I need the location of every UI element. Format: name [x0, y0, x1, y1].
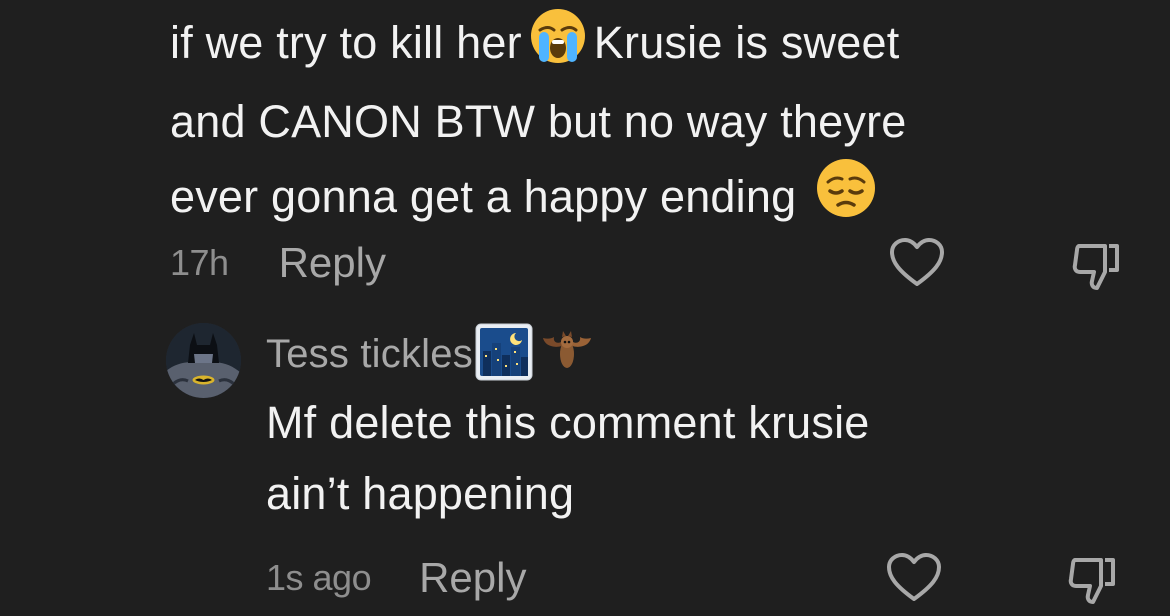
comment-2-line-2: ain’t happening: [266, 468, 575, 519]
comment-1-timestamp: 17h: [170, 242, 229, 283]
comment-2-meta: 1s ago Reply: [266, 553, 526, 603]
loudly-crying-face-icon: [530, 8, 586, 85]
pensive-face-icon: [816, 158, 876, 239]
comment-2-username[interactable]: Tess tickles: [266, 332, 473, 377]
comment-1-like-heart-icon[interactable]: [889, 237, 945, 294]
comment-1-line-3: ever gonna get a happy ending: [170, 158, 906, 239]
comment-2-author: Tess tickles: [266, 323, 595, 385]
comment-1-meta: 17h Reply: [170, 238, 386, 288]
comment-1-dislike-thumbs-down-icon[interactable]: [1069, 238, 1125, 299]
comment-1-body: if we try to kill her Krusie is sweet an…: [170, 6, 906, 239]
comment-2-line-1: Mf delete this comment krusie: [266, 397, 870, 448]
comment-2-timestamp: 1s ago: [266, 557, 372, 598]
comment-2-reply-button[interactable]: Reply: [419, 554, 526, 602]
comment-1-reply-button[interactable]: Reply: [279, 239, 386, 287]
comment-1-line-2: and CANON BTW but no way theyre: [170, 96, 907, 147]
comment-2-body: Mf delete this comment krusie ain’t happ…: [266, 387, 870, 529]
night-city-icon: [475, 323, 533, 386]
comment-2-dislike-thumbs-down-icon[interactable]: [1065, 552, 1121, 613]
comment-2-like-heart-icon[interactable]: [886, 552, 942, 609]
batman-avatar[interactable]: [166, 323, 241, 398]
comments-thread: if we try to kill her Krusie is sweet an…: [0, 0, 1170, 616]
bat-icon: [539, 324, 595, 385]
comment-1-line-1: if we try to kill her Krusie is sweet: [170, 6, 906, 85]
